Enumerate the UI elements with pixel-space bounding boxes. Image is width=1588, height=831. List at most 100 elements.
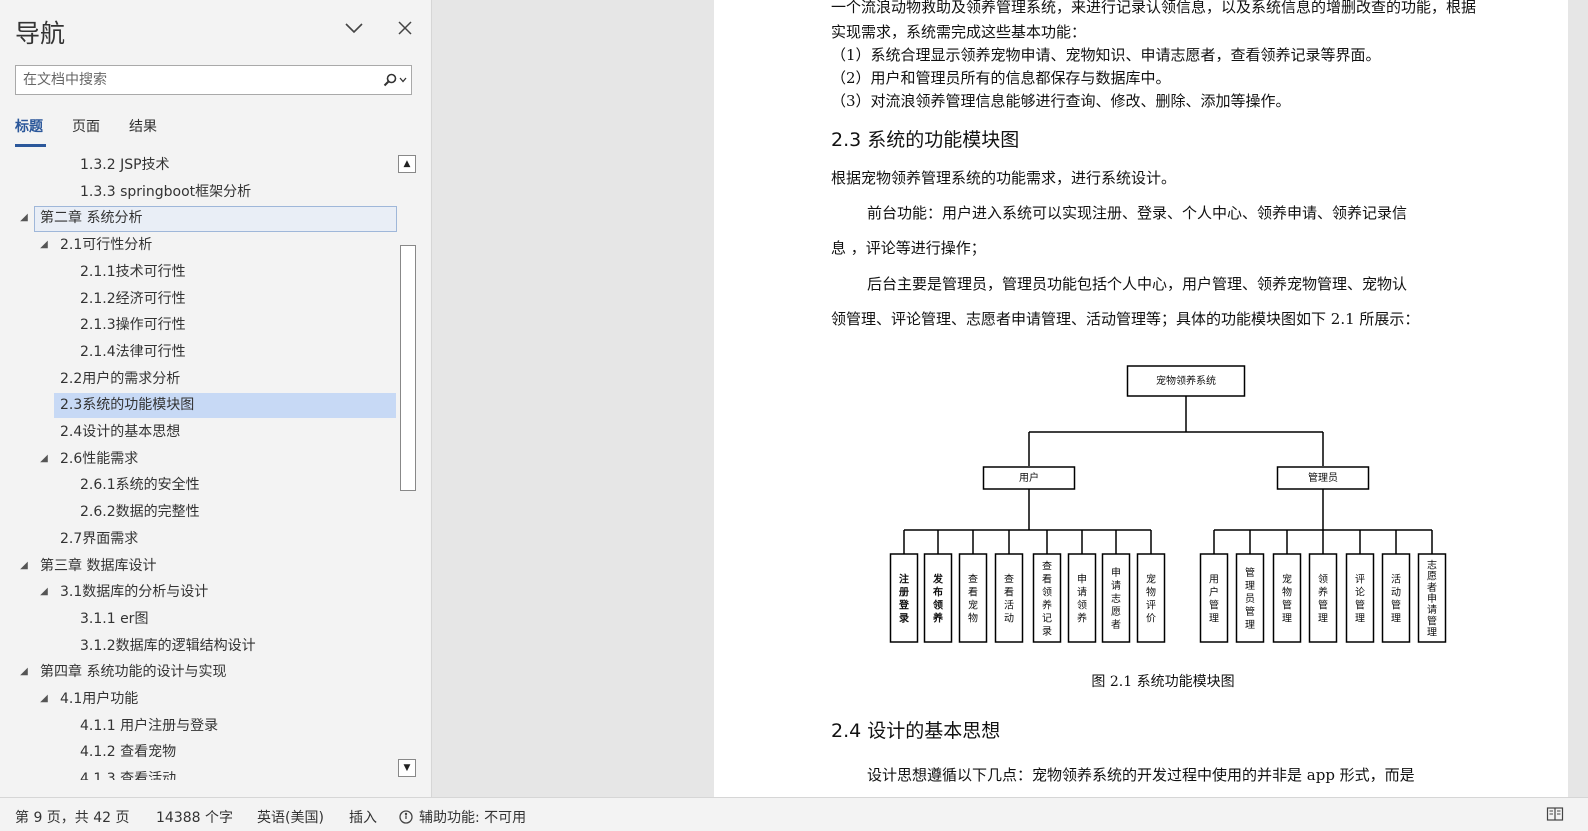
nav-heading-item[interactable]: 2.6.1系统的安全性 bbox=[0, 472, 397, 498]
nav-heading-label: 第三章 数据库设计 bbox=[40, 557, 157, 574]
chevron-down-icon bbox=[399, 77, 407, 83]
search-input[interactable] bbox=[16, 66, 371, 94]
nav-heading-item[interactable]: 2.1.2经济可行性 bbox=[0, 286, 397, 312]
triangle-down-icon: ▼ bbox=[403, 763, 411, 773]
nav-heading-item[interactable]: 1.3.3 springboot框架分析 bbox=[0, 179, 397, 205]
paragraph-frontend-l1: 前台功能：用户进入系统可以实现注册、登录、个人中心、领养申请、领养记录信 bbox=[867, 204, 1408, 222]
nav-heading-label: 2.1.2经济可行性 bbox=[80, 290, 186, 307]
nav-heading-label: 1.3.3 springboot框架分析 bbox=[80, 183, 252, 200]
scroll-down-button[interactable]: ▼ bbox=[398, 759, 416, 777]
expand-arrow-icon[interactable]: ◢ bbox=[38, 232, 50, 258]
nav-heading-item[interactable]: 2.1.1技术可行性 bbox=[0, 259, 397, 285]
nav-heading-label: 4.1.2 查看宠物 bbox=[80, 744, 177, 761]
nav-heading-label: 1.3.2 JSP技术 bbox=[80, 157, 170, 173]
nav-pane-title: 导航 bbox=[15, 19, 66, 48]
word-window: 导航 标题 页面 结果 1.3.2 JSP技术 1.3.3 springboot框… bbox=[0, 0, 1588, 831]
intro-line-1: 一个流浪动物救助及领养管理系统，来进行记录认领信息，以及系统信息的增删改查的功能… bbox=[831, 0, 1477, 16]
figure-caption: 图 2.1 系统功能模块图 bbox=[1091, 674, 1235, 690]
nav-heading-item[interactable]: ◢ 第三章 数据库设计 bbox=[0, 553, 397, 579]
expand-arrow-icon[interactable]: ◢ bbox=[38, 686, 50, 712]
scroll-track[interactable] bbox=[400, 175, 416, 759]
user-node-label: 用户 bbox=[1019, 471, 1039, 484]
intro-line-2: 实现需求，系统需完成这些基本功能： bbox=[831, 23, 1087, 41]
paragraph-frontend-l2: 息 ，评论等进行操作； bbox=[831, 239, 986, 257]
nav-heading-label: 第四章 系统功能的设计与实现 bbox=[40, 664, 227, 681]
nav-heading-item[interactable]: 2.7界面需求 bbox=[0, 526, 397, 552]
search-icon bbox=[383, 73, 397, 87]
book-icon bbox=[1546, 807, 1564, 821]
nav-heading-label: 3.1数据库的分析与设计 bbox=[60, 584, 209, 601]
nav-heading-item[interactable]: 4.1.3 查看活动 bbox=[0, 766, 397, 780]
nav-heading-label: 2.1可行性分析 bbox=[60, 237, 153, 254]
root-node-label: 宠物领养系统 bbox=[1156, 374, 1216, 387]
navigation-pane: 导航 标题 页面 结果 1.3.2 JSP技术 1.3.3 springboot框… bbox=[0, 0, 432, 797]
nav-heading-item[interactable]: 2.4设计的基本思想 bbox=[0, 419, 397, 445]
nav-heading-item[interactable]: ◢ 2.6性能需求 bbox=[0, 446, 397, 472]
requirement-3: （3）对流浪领养管理信息能够进行查询、修改、删除、添加等操作。 bbox=[831, 92, 1291, 110]
accessibility-icon bbox=[399, 810, 413, 824]
nav-options-button[interactable] bbox=[342, 16, 366, 40]
function-module-diagram: 宠物领养系统用户 管理员注册登录发布领养查看宠物查看活动查看领养记录申请领养申请志… bbox=[889, 365, 1447, 643]
headings-tree: 1.3.2 JSP技术 1.3.3 springboot框架分析 ◢ 第二章 系统分析… bbox=[0, 152, 397, 780]
nav-heading-item[interactable]: 2.2用户的需求分析 bbox=[0, 366, 397, 392]
expand-arrow-icon[interactable]: ◢ bbox=[18, 659, 30, 685]
requirement-1: （1）系统合理显示领养宠物申请、宠物知识、申请志愿者，查看领养记录等界面。 bbox=[831, 46, 1381, 64]
admin-module-label: 管理员管理 bbox=[1245, 566, 1255, 631]
nav-close-button[interactable] bbox=[393, 16, 417, 40]
requirement-2: （2）用户和管理员所有的信息都保存与数据库中。 bbox=[831, 69, 1171, 87]
nav-heading-label: 2.2用户的需求分析 bbox=[60, 370, 181, 387]
nav-heading-item[interactable]: 2.3系统的功能模块图 bbox=[0, 392, 397, 419]
nav-heading-item[interactable]: ◢ 3.1数据库的分析与设计 bbox=[0, 579, 397, 605]
page-count[interactable]: 第 9 页，共 42 页 bbox=[15, 807, 130, 827]
nav-heading-item[interactable]: 2.1.3操作可行性 bbox=[0, 312, 397, 338]
expand-arrow-icon[interactable]: ◢ bbox=[18, 553, 30, 579]
nav-heading-item[interactable]: 1.3.2 JSP技术 bbox=[0, 152, 397, 178]
word-count[interactable]: 14388 个字 bbox=[156, 807, 233, 827]
insert-mode[interactable]: 插入 bbox=[349, 807, 377, 827]
nav-heading-item[interactable]: 4.1.2 查看宠物 bbox=[0, 739, 397, 765]
nav-heading-item[interactable]: 3.1.2数据库的逻辑结构设计 bbox=[0, 633, 397, 659]
nav-scrollbar[interactable]: ▲ ▼ bbox=[398, 155, 416, 780]
nav-heading-item[interactable]: ◢ 第四章 系统功能的设计与实现 bbox=[0, 659, 397, 685]
nav-heading-label: 2.6.2数据的完整性 bbox=[80, 504, 200, 521]
nav-heading-item[interactable]: 4.1.1 用户注册与登录 bbox=[0, 713, 397, 739]
admin-node-label: 管理员 bbox=[1308, 471, 1338, 484]
nav-heading-label: 2.1.3操作可行性 bbox=[80, 317, 186, 334]
expand-arrow-icon[interactable]: ◢ bbox=[18, 205, 30, 231]
nav-heading-label: 第二章 系统分析 bbox=[40, 210, 143, 227]
nav-heading-label: 3.1.1 er图 bbox=[80, 610, 149, 627]
triangle-up-icon: ▲ bbox=[403, 159, 411, 169]
tab-headings[interactable]: 标题 bbox=[15, 116, 46, 147]
nav-heading-item[interactable]: 2.6.2数据的完整性 bbox=[0, 499, 397, 525]
nav-heading-label: 2.6.1系统的安全性 bbox=[80, 477, 200, 494]
expand-arrow-icon[interactable]: ◢ bbox=[38, 446, 50, 472]
scroll-up-button[interactable]: ▲ bbox=[398, 155, 416, 173]
paragraph-backend-l1: 后台主要是管理员，管理员功能包括个人中心，用户管理、领养宠物管理、宠物认 bbox=[867, 275, 1408, 293]
section-heading-2-4: 2.4 设计的基本思想 bbox=[831, 720, 1001, 742]
nav-heading-item[interactable]: ◢ 2.1可行性分析 bbox=[0, 232, 397, 258]
nav-heading-label: 2.4设计的基本思想 bbox=[60, 424, 181, 440]
accessibility-label: 辅助功能: 不可用 bbox=[419, 810, 527, 826]
search-button[interactable] bbox=[375, 71, 407, 89]
language-indicator[interactable]: 英语(美国) bbox=[257, 807, 324, 827]
nav-heading-label: 2.6性能需求 bbox=[60, 450, 139, 467]
expand-arrow-icon[interactable]: ◢ bbox=[38, 579, 50, 605]
nav-heading-label: 4.1.3 查看活动 bbox=[80, 771, 177, 780]
nav-tabs: 标题 页面 结果 bbox=[15, 116, 157, 147]
read-mode-button[interactable] bbox=[1546, 806, 1564, 826]
nav-heading-item[interactable]: ◢ 第二章 系统分析 bbox=[0, 205, 397, 233]
scroll-thumb[interactable] bbox=[400, 245, 416, 491]
nav-heading-item[interactable]: 2.1.4法律可行性 bbox=[0, 339, 397, 365]
nav-heading-item[interactable]: 3.1.1 er图 bbox=[0, 606, 397, 632]
close-icon bbox=[398, 21, 412, 35]
nav-search-box bbox=[15, 65, 412, 95]
tab-results[interactable]: 结果 bbox=[129, 116, 157, 145]
accessibility-status[interactable]: 辅助功能: 不可用 bbox=[398, 807, 526, 827]
admin-module-label: 志愿者申请管理 bbox=[1427, 559, 1437, 639]
user-module-label: 申请志愿者 bbox=[1111, 566, 1121, 631]
nav-heading-label: 2.1.4法律可行性 bbox=[80, 343, 186, 360]
nav-heading-item[interactable]: ◢ 4.1用户功能 bbox=[0, 686, 397, 712]
tab-pages[interactable]: 页面 bbox=[72, 116, 100, 145]
paragraph-design-idea: 设计思想遵循以下几点：宠物领养系统的开发过程中使用的并非是 app 形式，而是 bbox=[867, 766, 1415, 784]
document-page[interactable]: 一个流浪动物救助及领养管理系统，来进行记录认领信息，以及系统信息的增删改查的功能… bbox=[714, 0, 1568, 797]
